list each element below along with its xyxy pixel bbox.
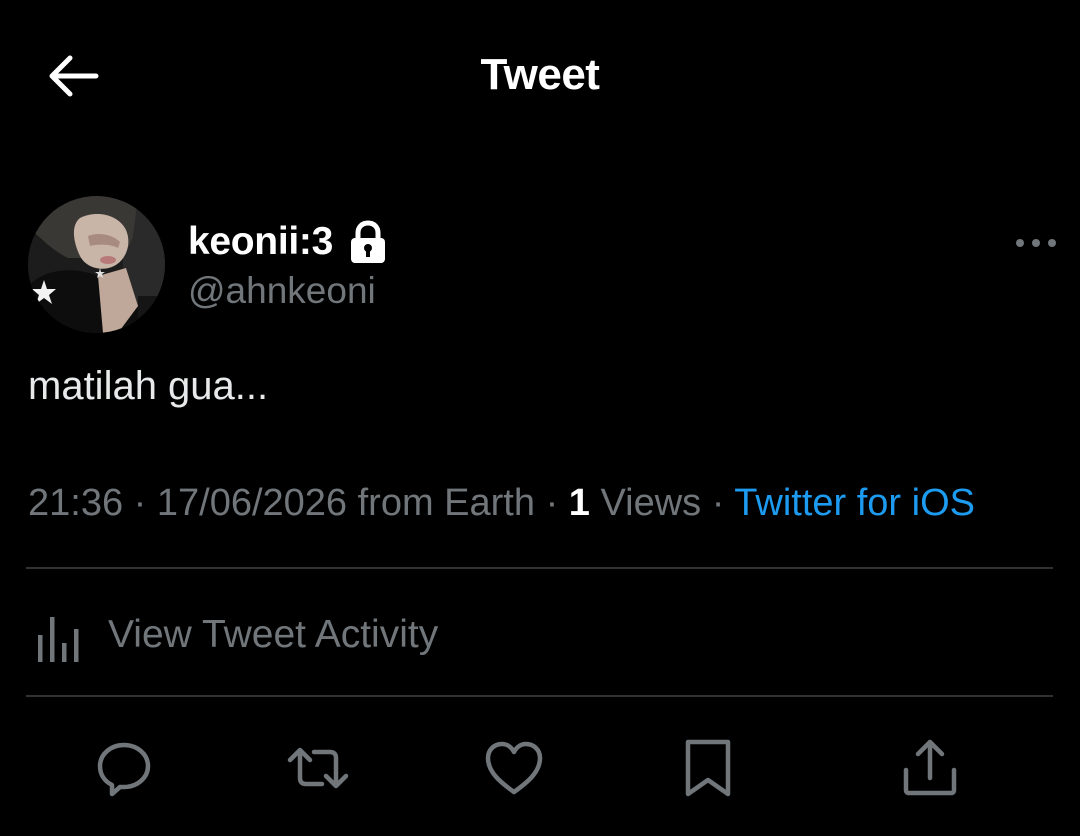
tweet-meta: 21:36 · 17/06/2026 from Earth · 1 Views … — [28, 482, 975, 525]
bookmark-button[interactable] — [676, 736, 740, 800]
reply-button[interactable] — [92, 736, 156, 800]
share-icon — [903, 739, 957, 796]
views-count: 1 — [568, 482, 590, 524]
view-tweet-activity-button[interactable]: View Tweet Activity — [28, 600, 438, 670]
tweet-detail-screen: Tweet keonii:3 @ahnkeoni matilah gua... … — [0, 0, 1080, 836]
page-title: Tweet — [480, 50, 600, 99]
divider — [26, 695, 1053, 697]
tweet-location: from Earth — [347, 482, 536, 524]
like-icon — [485, 741, 543, 795]
share-button[interactable] — [898, 736, 962, 800]
meta-separator: · — [123, 482, 157, 524]
author-name-row: keonii:3 — [188, 218, 387, 266]
like-button[interactable] — [482, 736, 546, 800]
more-horizontal-icon — [1016, 239, 1056, 247]
activity-label: View Tweet Activity — [108, 613, 439, 656]
avatar[interactable] — [28, 196, 165, 333]
tweet-time[interactable]: 21:36 — [28, 482, 123, 524]
user-handle[interactable]: @ahnkeoni — [188, 270, 376, 312]
display-name[interactable]: keonii:3 — [188, 220, 333, 264]
retweet-button[interactable] — [286, 736, 350, 800]
bookmark-icon — [685, 739, 731, 797]
views-label: Views — [589, 482, 702, 524]
avatar-image — [28, 196, 165, 333]
reply-icon — [97, 742, 151, 797]
divider — [26, 567, 1053, 569]
meta-separator: · — [701, 482, 735, 524]
tweet-date[interactable]: 17/06/2026 — [157, 482, 347, 524]
lock-icon — [349, 220, 387, 264]
bar-chart-icon — [38, 617, 79, 662]
tweet-text: matilah gua... — [28, 364, 269, 408]
meta-separator: · — [535, 482, 569, 524]
retweet-icon — [287, 747, 349, 789]
tweet-source-link[interactable]: Twitter for iOS — [734, 482, 975, 524]
more-options-button[interactable] — [1012, 230, 1060, 256]
header: Tweet — [0, 0, 1080, 150]
